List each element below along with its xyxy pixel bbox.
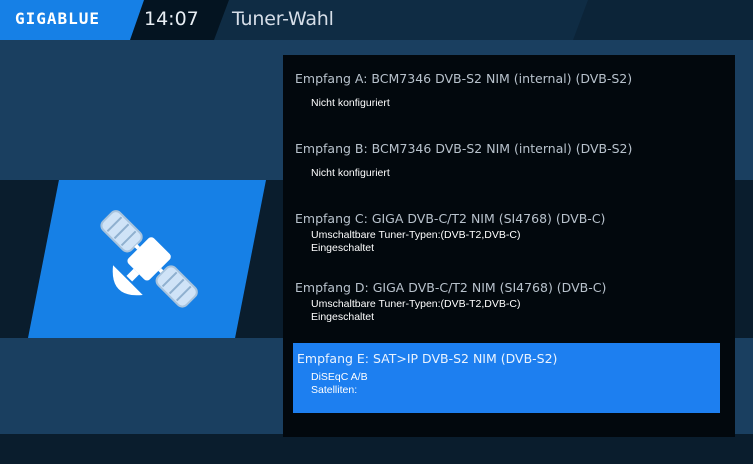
tuner-status: Eingeschaltet (311, 311, 375, 323)
tuner-title: Empfang D: GIGA DVB-C/T2 NIM (SI4768) (D… (295, 280, 607, 295)
tuner-diseqc: DiSEqC A/B (311, 371, 368, 383)
clock: 14:07 (144, 8, 199, 30)
tuner-types: Umschaltbare Tuner-Typen:(DVB-T2,DVB-C) (311, 229, 521, 241)
page-title: Tuner-Wahl (232, 8, 334, 30)
tuner-types: Umschaltbare Tuner-Typen:(DVB-T2,DVB-C) (311, 298, 521, 310)
tuner-title: Empfang B: BCM7346 DVB-S2 NIM (internal)… (295, 141, 633, 156)
tuner-list: Empfang A: BCM7346 DVB-S2 NIM (internal)… (283, 55, 735, 437)
tuner-title: Empfang A: BCM7346 DVB-S2 NIM (internal)… (295, 71, 633, 86)
tuner-status: Nicht konfiguriert (311, 97, 390, 109)
tuner-item-a[interactable]: Empfang A: BCM7346 DVB-S2 NIM (internal)… (295, 71, 715, 123)
bottom-strip (0, 434, 753, 464)
tuner-item-c[interactable]: Empfang C: GIGA DVB-C/T2 NIM (SI4768) (D… (295, 211, 715, 269)
tuner-status: Nicht konfiguriert (311, 167, 390, 179)
tuner-satellites: Satelliten: (311, 384, 358, 396)
tuner-item-b[interactable]: Empfang B: BCM7346 DVB-S2 NIM (internal)… (295, 141, 715, 193)
brand-logo-text: GIGABLUE (15, 9, 101, 28)
tuner-status: Eingeschaltet (311, 242, 375, 254)
tuner-title: Empfang C: GIGA DVB-C/T2 NIM (SI4768) (D… (295, 211, 606, 226)
satellite-icon (100, 210, 198, 308)
tuner-item-d[interactable]: Empfang D: GIGA DVB-C/T2 NIM (SI4768) (D… (295, 280, 715, 338)
top-bar: GIGABLUE 14:07 Tuner-Wahl (0, 0, 753, 40)
tuner-title: Empfang E: SAT>IP DVB-S2 NIM (DVB-S2) (297, 351, 558, 366)
tuner-item-e[interactable]: Empfang E: SAT>IP DVB-S2 NIM (DVB-S2) Di… (293, 343, 720, 413)
